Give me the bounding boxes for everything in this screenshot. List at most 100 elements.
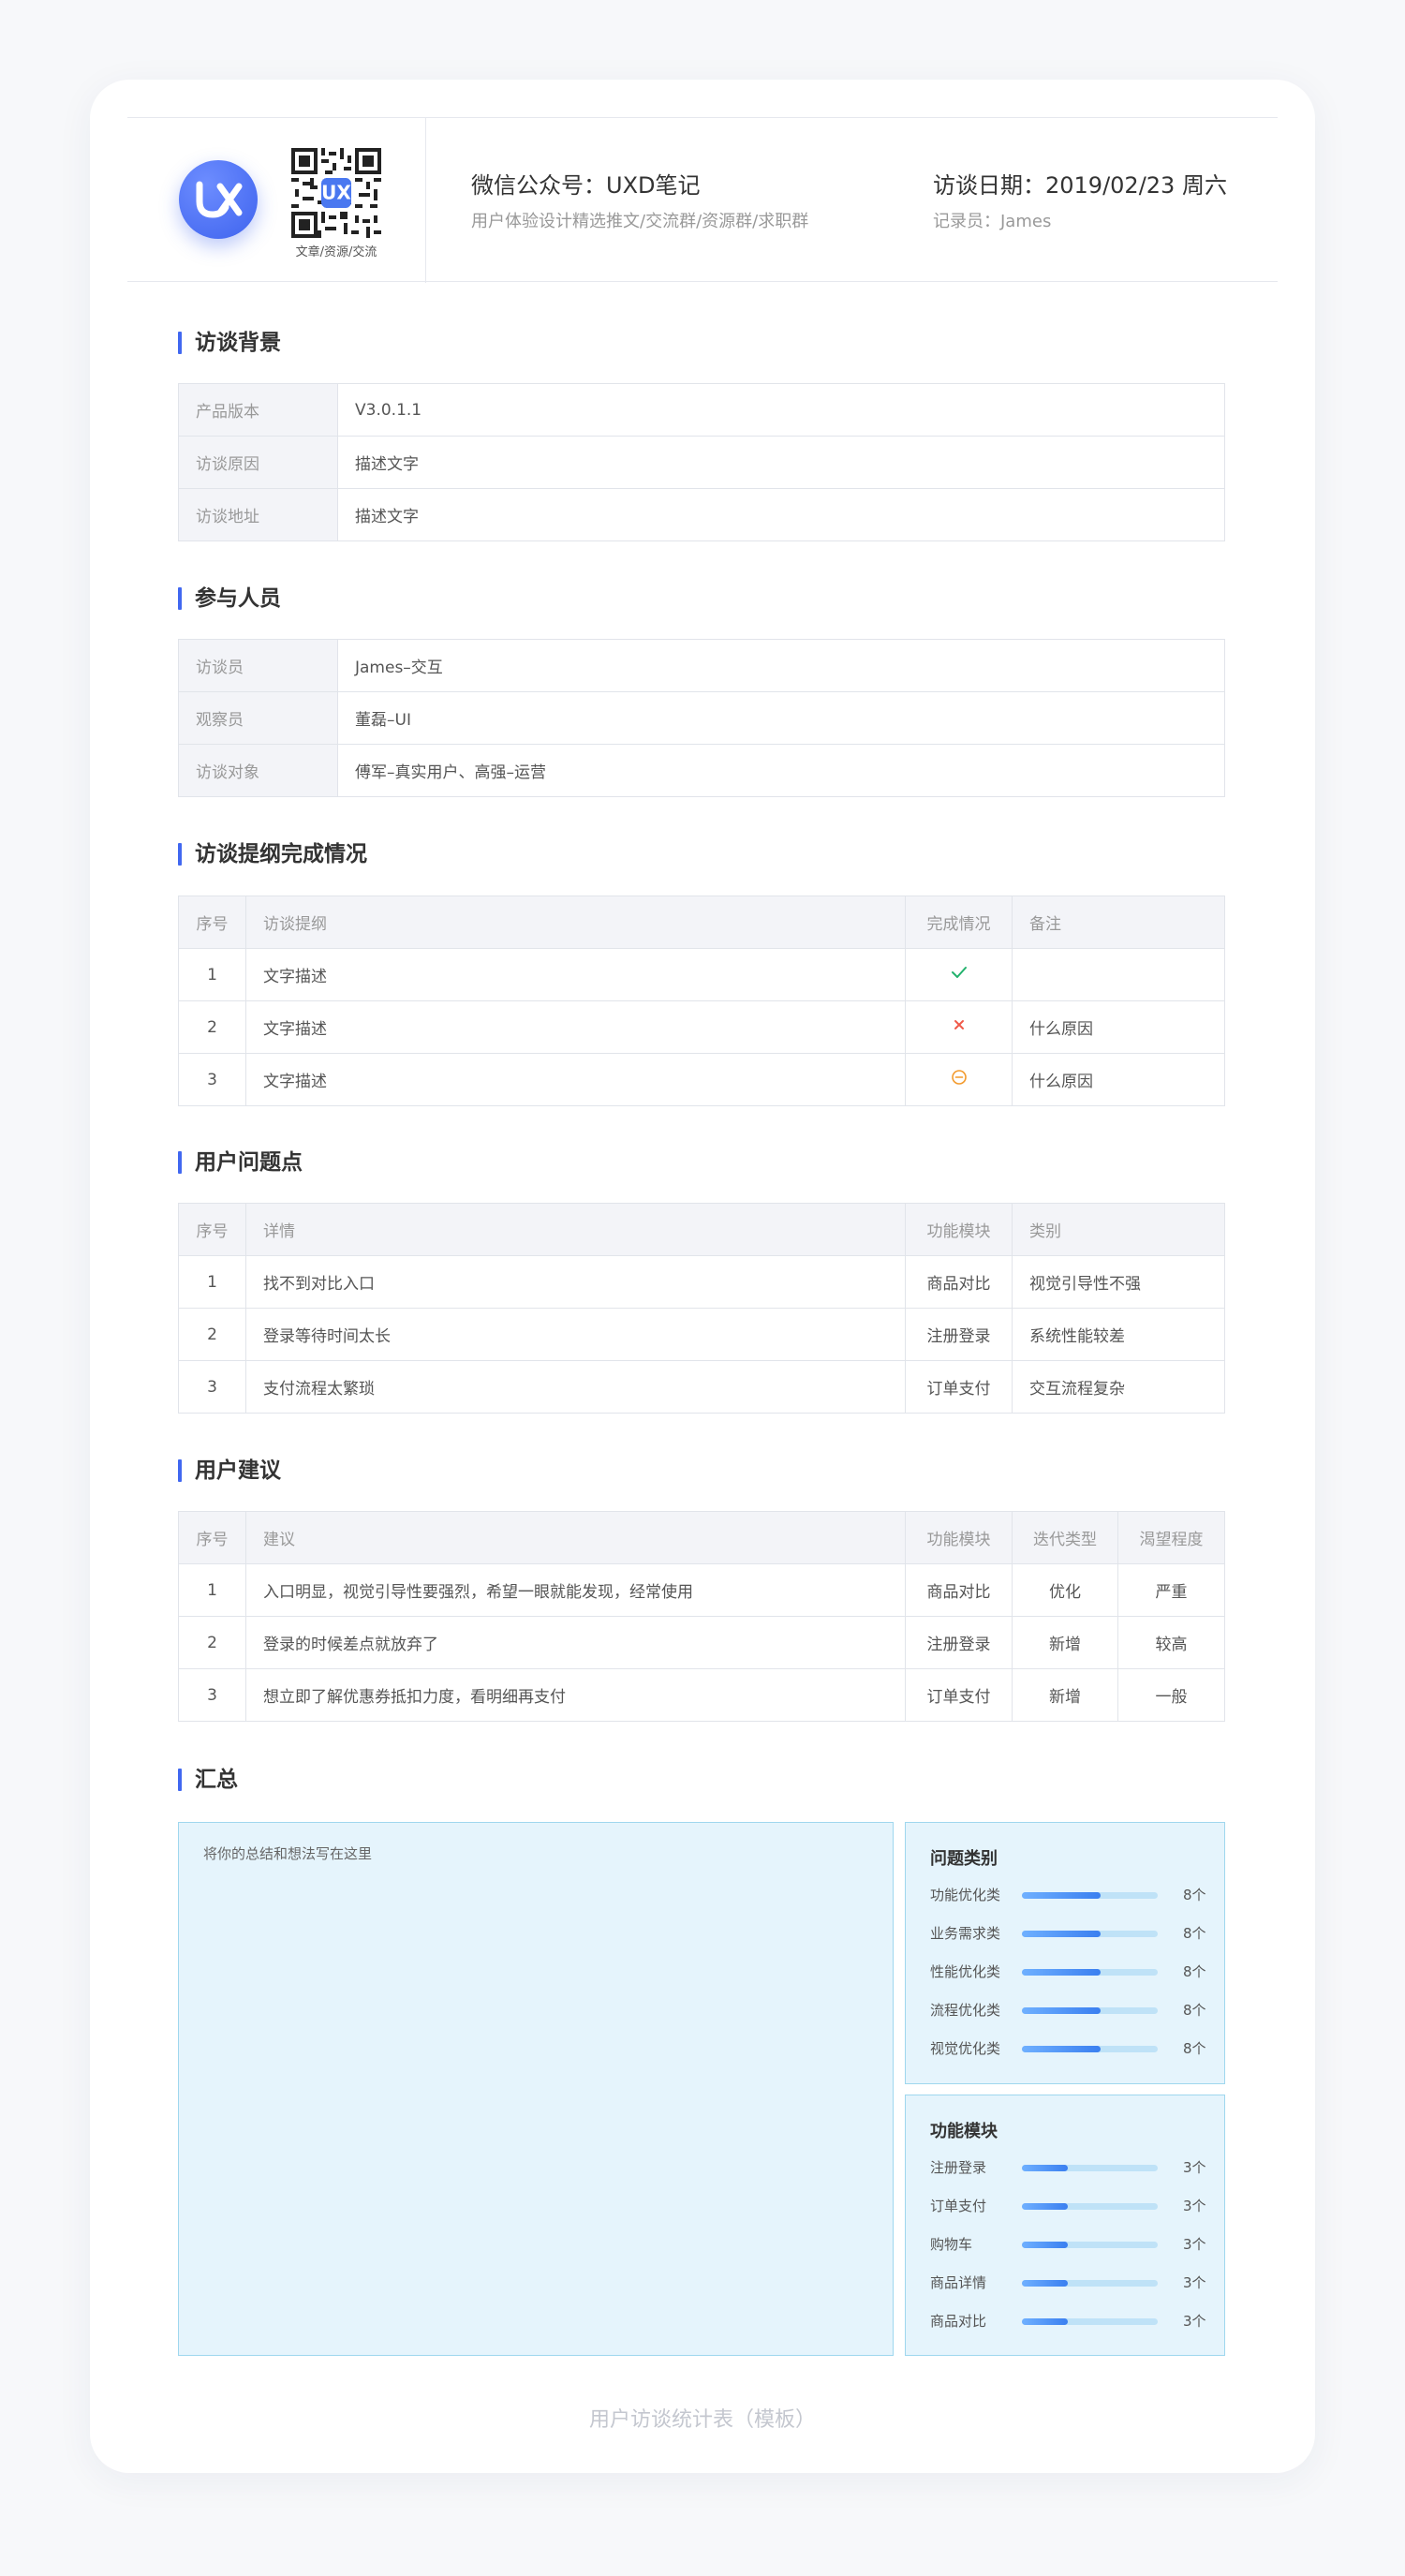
row-value: 描述文字 [337,436,1225,489]
stat-value: 3个 [1183,2313,1206,2330]
stat-bar-fill [1022,2318,1069,2325]
column-header: 完成情况 [905,896,1013,949]
partial-icon [951,1070,967,1085]
qr-code-icon: UX [291,148,381,238]
table-row: 1 找不到对比入口 商品对比 视觉引导性不强 [178,1255,1225,1309]
outline-item: 文字描述 [245,948,906,1001]
stat-bar-track [1022,2007,1158,2014]
table-header-row: 序号 详情 功能模块 类别 [178,1203,1225,1256]
stat-label: 业务需求类 [930,1925,1001,1942]
stat-value: 3个 [1183,2274,1206,2291]
stat-bar-fill [1022,2203,1069,2210]
stat-label: 功能优化类 [930,1887,1001,1903]
cross-icon [954,1020,964,1029]
suggestion-text: 想立即了解优惠券抵扣力度，看明细再支付 [245,1668,906,1722]
problem-types-panel: 问题类别 功能优化类 8个 业务需求类 8个 性能优化类 8个 流程优化类 8个… [905,1822,1225,2084]
row-number: 3 [178,1668,246,1722]
status-cell [905,1000,1013,1054]
row-number: 1 [178,948,246,1001]
stat-label: 注册登录 [930,2159,987,2176]
suggestion-module: 订单支付 [905,1668,1013,1722]
column-header: 功能模块 [905,1203,1013,1256]
suggestion-type: 新增 [1012,1616,1118,1669]
row-number: 1 [178,1563,246,1617]
row-note: 什么原因 [1012,1000,1225,1054]
stat-label: 性能优化类 [930,1963,1001,1980]
summary-notes-box[interactable]: 将你的总结和想法写在这里 [178,1822,894,2356]
row-value: James–交互 [337,639,1225,692]
table-row: 2 登录的时候差点就放弃了 注册登录 新增 较高 [178,1616,1225,1669]
row-key: 访谈员 [178,639,338,692]
problem-detail: 找不到对比入口 [245,1255,906,1309]
stat-bar-track [1022,1931,1158,1937]
suggestion-text: 入口明显，视觉引导性要强烈，希望一眼就能发现，经常使用 [245,1563,906,1617]
column-header: 序号 [178,1203,246,1256]
table-row: 1 入口明显，视觉引导性要强烈，希望一眼就能发现，经常使用 商品对比 优化 严重 [178,1563,1225,1617]
row-number: 3 [178,1053,246,1106]
stat-value: 8个 [1183,1963,1206,1980]
stat-row: 商品对比 3个 [930,2311,1211,2330]
stat-value: 3个 [1183,2198,1206,2214]
row-number: 2 [178,1000,246,1054]
suggestions-table: 序号 建议 功能模块 迭代类型 渴望程度 1 入口明显，视觉引导性要强烈，希望一… [178,1511,1225,1722]
recorder: 记录员：James [933,212,1052,231]
outline-table: 序号 访谈提纲 完成情况 备注 1 文字描述 2 文字描述 什么原因 3 文字描… [178,896,1225,1106]
stat-label: 购物车 [930,2236,973,2253]
stat-bar-track [1022,2165,1158,2171]
svg-text:UX: UX [321,181,351,203]
stat-value: 3个 [1183,2236,1206,2253]
stat-row: 商品详情 3个 [930,2273,1211,2291]
status-cell [905,1053,1013,1106]
table-header-row: 序号 建议 功能模块 迭代类型 渴望程度 [178,1511,1225,1564]
suggestion-desire: 较高 [1117,1616,1225,1669]
stat-row: 性能优化类 8个 [930,1962,1211,1980]
section-title-problems: 用户问题点 [178,1149,303,1176]
stat-bar-fill [1022,2007,1102,2014]
problem-category: 视觉引导性不强 [1012,1255,1225,1309]
stat-label: 流程优化类 [930,2002,1001,2019]
row-note: 什么原因 [1012,1053,1225,1106]
column-header: 序号 [178,896,246,949]
stat-value: 8个 [1183,2002,1206,2019]
table-row: 访谈原因 描述文字 [178,436,1225,489]
stat-bar-fill [1022,2280,1069,2287]
stat-bar-track [1022,2242,1158,2248]
stat-row: 购物车 3个 [930,2234,1211,2253]
row-number: 3 [178,1360,246,1414]
summary-placeholder: 将你的总结和想法写在这里 [203,1845,373,1862]
stat-label: 视觉优化类 [930,2040,1001,2057]
table-header-row: 序号 访谈提纲 完成情况 备注 [178,896,1225,949]
row-value: 傅军–真实用户、高强–运营 [337,744,1225,797]
row-number: 2 [178,1616,246,1669]
stat-row: 流程优化类 8个 [930,2000,1211,2019]
interview-date: 访谈日期：2019/02/23 周六 [933,172,1227,199]
section-title-background: 访谈背景 [178,330,281,356]
outline-item: 文字描述 [245,1053,906,1106]
table-row: 3 想立即了解优惠券抵扣力度，看明细再支付 订单支付 新增 一般 [178,1668,1225,1722]
table-row: 1 文字描述 [178,948,1225,1001]
problem-module: 订单支付 [905,1360,1013,1414]
stat-bar-fill [1022,2046,1102,2052]
row-value: V3.0.1.1 [337,383,1225,437]
row-number: 1 [178,1255,246,1309]
stat-bar-track [1022,2046,1158,2052]
suggestion-module: 注册登录 [905,1616,1013,1669]
row-key: 访谈对象 [178,744,338,797]
publication-subtitle: 用户体验设计精选推文/交流群/资源群/求职群 [471,212,809,231]
participants-table: 访谈员 James–交互 观察员 董磊–UI 访谈对象 傅军–真实用户、高强–运营 [178,639,1225,797]
stat-row: 注册登录 3个 [930,2157,1211,2176]
suggestion-text: 登录的时候差点就放弃了 [245,1616,906,1669]
stat-value: 8个 [1183,1887,1206,1903]
table-row: 产品版本 V3.0.1.1 [178,383,1225,437]
problem-detail: 支付流程太繁琐 [245,1360,906,1414]
column-header: 建议 [245,1511,906,1564]
row-number: 2 [178,1308,246,1361]
section-title-summary: 汇总 [178,1767,238,1793]
stat-bar-track [1022,2203,1158,2210]
stat-value: 8个 [1183,1925,1206,1942]
column-header: 访谈提纲 [245,896,906,949]
row-value: 董磊–UI [337,691,1225,745]
stat-label: 商品对比 [930,2313,987,2330]
table-row: 访谈地址 描述文字 [178,488,1225,541]
suggestion-type: 新增 [1012,1668,1118,1722]
